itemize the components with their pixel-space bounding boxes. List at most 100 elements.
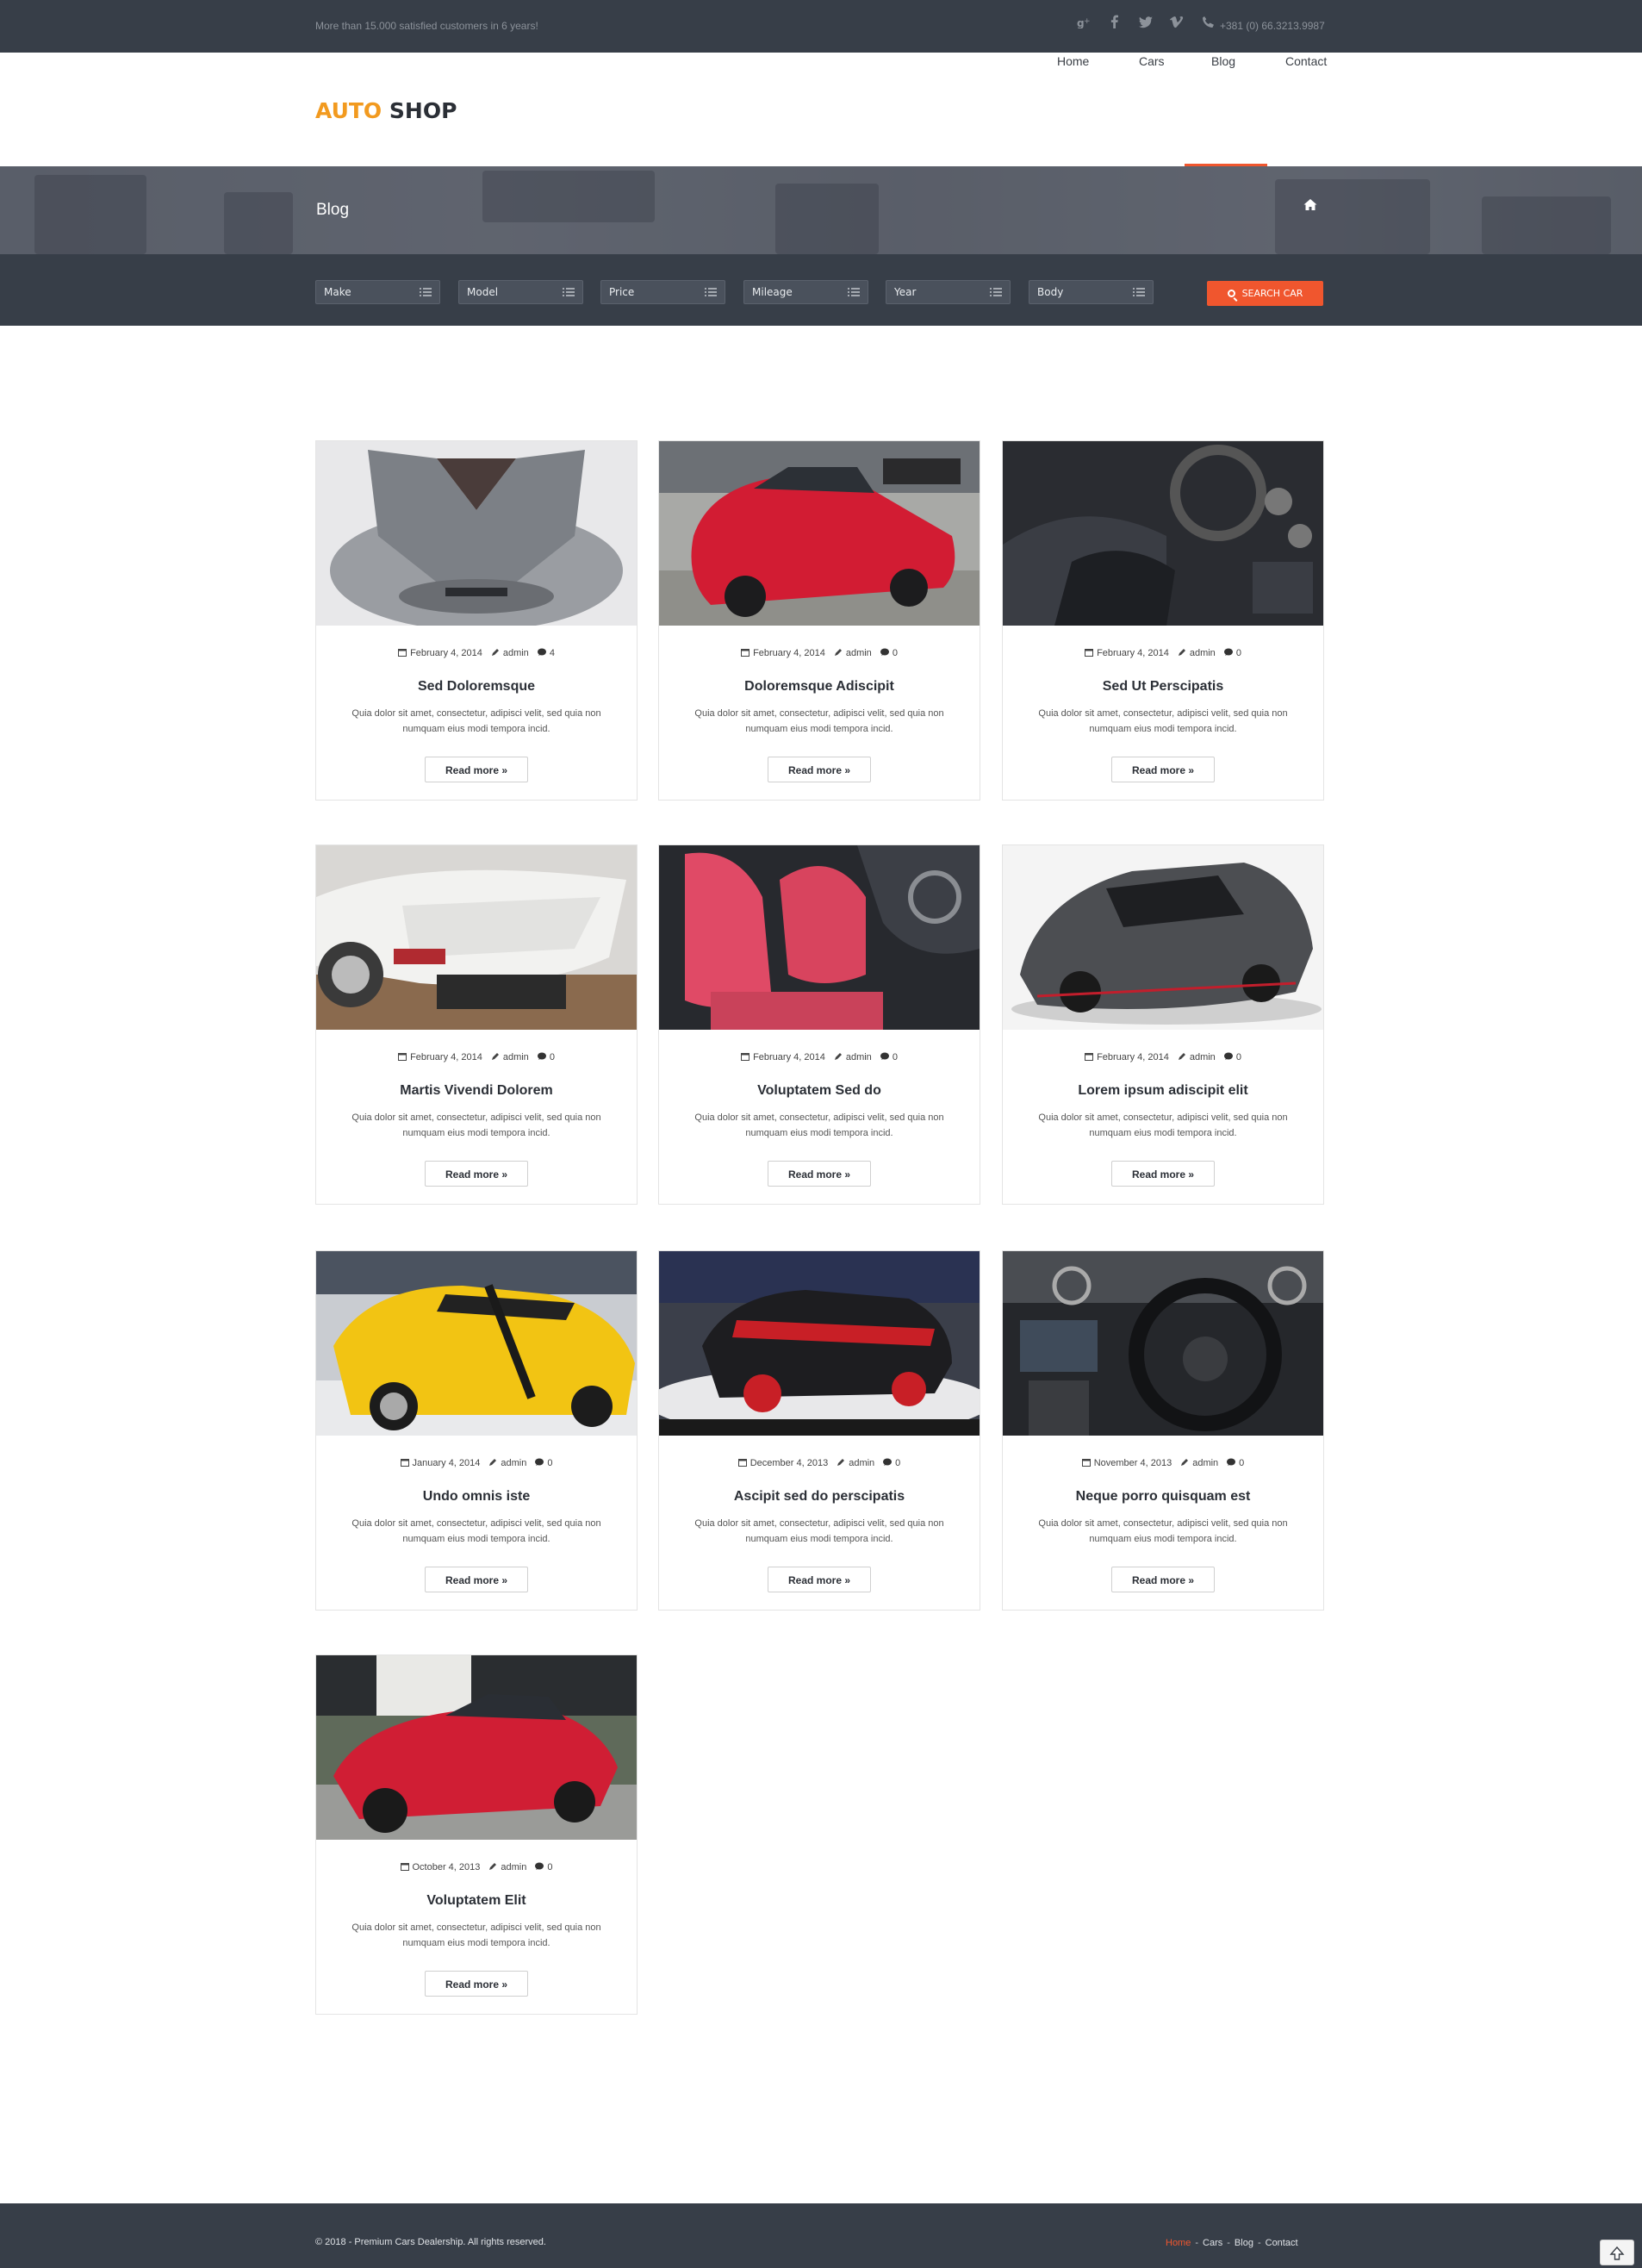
select-model[interactable]: Model: [458, 280, 583, 304]
post-meta: February 4, 2014 admin 0: [659, 648, 980, 658]
post-image[interactable]: [1003, 845, 1323, 1030]
post-title[interactable]: Voluptatem Elit: [316, 1893, 637, 1909]
post-comments[interactable]: 0: [1236, 648, 1241, 658]
post-title[interactable]: Ascipit sed do perscipatis: [659, 1489, 980, 1505]
post-comments[interactable]: 0: [895, 1458, 900, 1468]
footer-link-home[interactable]: Home: [1166, 2238, 1191, 2248]
comment-icon: [883, 1458, 893, 1466]
read-more-button[interactable]: Read more »: [1111, 757, 1215, 782]
post-author[interactable]: admin: [846, 648, 872, 658]
pencil-icon: [837, 1459, 845, 1466]
post-excerpt: Quia dolor sit amet, consectetur, adipis…: [351, 1112, 601, 1138]
post-title[interactable]: Doloremsque Adiscipit: [659, 679, 980, 695]
post-author[interactable]: admin: [501, 1862, 526, 1872]
post-date: February 4, 2014: [410, 648, 482, 658]
read-more-button[interactable]: Read more »: [425, 757, 528, 782]
select-year[interactable]: Year: [886, 280, 1011, 304]
post-author[interactable]: admin: [503, 648, 529, 658]
footer-link-blog[interactable]: Blog: [1235, 2238, 1253, 2248]
home-icon[interactable]: [1303, 197, 1318, 213]
svg-text:+: +: [1084, 17, 1091, 26]
back-to-top-button[interactable]: [1600, 2240, 1634, 2265]
google-plus-icon[interactable]: g +: [1068, 16, 1099, 33]
post-image[interactable]: [316, 1655, 637, 1840]
post-image[interactable]: [1003, 1251, 1323, 1436]
post-author[interactable]: admin: [1192, 1458, 1218, 1468]
read-more-button[interactable]: Read more »: [768, 757, 871, 782]
select-body[interactable]: Body: [1029, 280, 1154, 304]
site-footer: © 2018 - Premium Cars Dealership. All ri…: [0, 2203, 1642, 2268]
post-comments[interactable]: 0: [893, 648, 898, 658]
read-more-button[interactable]: Read more »: [1111, 1567, 1215, 1592]
post-author[interactable]: admin: [501, 1458, 526, 1468]
post-title[interactable]: Sed Ut Perscipatis: [1003, 679, 1323, 695]
post-author[interactable]: admin: [846, 1052, 872, 1062]
post-author[interactable]: admin: [849, 1458, 874, 1468]
post-image[interactable]: [659, 845, 980, 1030]
site-logo[interactable]: AUTO SHOP: [315, 98, 457, 123]
pencil-icon: [834, 649, 842, 656]
post-title[interactable]: Sed Doloremsque: [316, 679, 637, 695]
blog-card: February 4, 2014 admin 0 Doloremsque Adisc…: [658, 440, 980, 801]
post-image[interactable]: [1003, 441, 1323, 626]
post-meta: February 4, 2014 admin 0: [316, 1052, 637, 1062]
post-image[interactable]: [316, 845, 637, 1030]
post-author[interactable]: admin: [1190, 1052, 1216, 1062]
read-more-button[interactable]: Read more »: [425, 1971, 528, 1997]
post-title[interactable]: Neque porro quisquam est: [1003, 1489, 1323, 1505]
post-comments[interactable]: 0: [1239, 1458, 1244, 1468]
post-image[interactable]: [316, 441, 637, 626]
footer-nav: Home - Cars - Blog - Contact: [1166, 2238, 1298, 2248]
read-more-button[interactable]: Read more »: [1111, 1161, 1215, 1187]
nav-item-home[interactable]: Home: [1057, 54, 1089, 68]
calendar-icon: [400, 1459, 409, 1467]
calendar-icon: [1081, 1459, 1091, 1467]
post-comments[interactable]: 0: [893, 1052, 898, 1062]
vimeo-icon[interactable]: [1161, 16, 1192, 33]
page-title-band: Blog: [0, 166, 1642, 254]
list-icon: [420, 288, 432, 297]
post-comments[interactable]: 0: [550, 1052, 555, 1062]
post-meta: November 4, 2013 admin 0: [1003, 1458, 1323, 1468]
facebook-icon[interactable]: [1099, 15, 1130, 33]
comment-icon: [1223, 1052, 1233, 1060]
copyright: © 2018 - Premium Cars Dealership. All ri…: [315, 2237, 546, 2247]
comment-icon: [537, 648, 546, 656]
post-title[interactable]: Voluptatem Sed do: [659, 1083, 980, 1099]
post-image[interactable]: [659, 1251, 980, 1436]
footer-link-cars[interactable]: Cars: [1203, 2238, 1222, 2248]
search-car-button[interactable]: SEARCH CAR: [1207, 281, 1323, 306]
read-more-button[interactable]: Read more »: [425, 1161, 528, 1187]
logo-part-auto: AUTO: [315, 98, 383, 123]
select-make[interactable]: Make: [315, 280, 440, 304]
post-comments[interactable]: 0: [1236, 1052, 1241, 1062]
nav-item-contact[interactable]: Contact: [1285, 54, 1327, 68]
select-price-label: Price: [609, 286, 635, 298]
phone-icon: [1192, 16, 1223, 33]
post-excerpt: Quia dolor sit amet, consectetur, adipis…: [694, 708, 944, 734]
post-date: November 4, 2013: [1093, 1458, 1172, 1468]
read-more-button[interactable]: Read more »: [768, 1567, 871, 1592]
post-excerpt: Quia dolor sit amet, consectetur, adipis…: [1038, 708, 1288, 734]
post-comments[interactable]: 0: [547, 1862, 552, 1872]
nav-item-cars[interactable]: Cars: [1139, 54, 1165, 68]
select-mileage[interactable]: Mileage: [743, 280, 868, 304]
post-comments[interactable]: 4: [550, 648, 555, 658]
read-more-button[interactable]: Read more »: [768, 1161, 871, 1187]
post-title[interactable]: Martis Vivendi Dolorem: [316, 1083, 637, 1099]
read-more-button[interactable]: Read more »: [425, 1567, 528, 1592]
footer-link-contact[interactable]: Contact: [1266, 2238, 1298, 2248]
post-comments[interactable]: 0: [547, 1458, 552, 1468]
post-title[interactable]: Undo omnis iste: [316, 1489, 637, 1505]
select-price[interactable]: Price: [600, 280, 725, 304]
select-model-label: Model: [467, 286, 499, 298]
post-title[interactable]: Lorem ipsum adiscipit elit: [1003, 1083, 1323, 1099]
post-image[interactable]: [659, 441, 980, 626]
post-image[interactable]: [316, 1251, 637, 1436]
twitter-icon[interactable]: [1130, 16, 1161, 33]
comment-icon: [535, 1458, 544, 1466]
post-author[interactable]: admin: [503, 1052, 529, 1062]
select-make-label: Make: [324, 286, 351, 298]
nav-item-blog[interactable]: Blog: [1211, 54, 1235, 68]
post-author[interactable]: admin: [1190, 648, 1216, 658]
